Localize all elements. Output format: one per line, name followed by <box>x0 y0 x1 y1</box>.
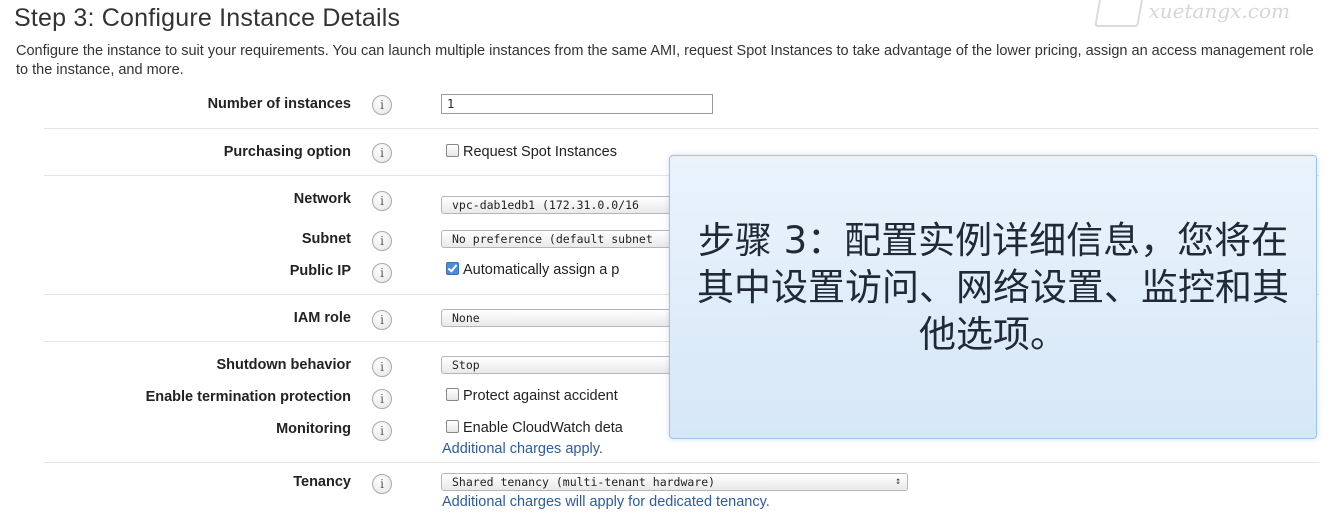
watermark-text: xuetangx.com <box>1148 0 1290 23</box>
tenancy-select[interactable]: Shared tenancy (multi-tenant hardware) ↕ <box>441 473 908 491</box>
checkbox-label: Protect against accident <box>463 388 618 404</box>
info-icon[interactable]: i <box>372 310 392 330</box>
checkbox-unchecked-icon[interactable] <box>446 388 459 401</box>
info-icon[interactable]: i <box>372 474 392 494</box>
tenancy-selected-value: Shared tenancy (multi-tenant hardware) <box>452 475 716 489</box>
monitoring-charges-link[interactable]: Additional charges apply. <box>442 441 603 457</box>
info-icon[interactable]: i <box>372 191 392 211</box>
info-icon[interactable]: i <box>372 389 392 409</box>
public-ip-checkbox[interactable]: Automatically assign a p <box>446 262 619 278</box>
label-number-of-instances: Number of instances <box>207 96 351 112</box>
request-spot-instances-checkbox[interactable]: Request Spot Instances <box>446 144 617 160</box>
divider <box>44 128 1319 129</box>
network-select[interactable]: vpc-dab1edb1 (172.31.0.0/16 <box>441 196 681 214</box>
shutdown-behavior-select[interactable]: Stop <box>441 356 681 374</box>
checkbox-label: Request Spot Instances <box>463 144 617 160</box>
label-termination-protection: Enable termination protection <box>145 389 351 405</box>
label-tenancy: Tenancy <box>293 474 351 490</box>
page-title: Step 3: Configure Instance Details <box>14 4 401 32</box>
label-shutdown-behavior: Shutdown behavior <box>216 357 351 373</box>
label-subnet: Subnet <box>301 231 351 247</box>
info-icon[interactable]: i <box>372 263 392 283</box>
number-of-instances-input[interactable]: 1 <box>441 94 713 114</box>
select-arrows-icon: ↕ <box>894 476 901 487</box>
watermark: xuetangx.com <box>1093 0 1290 28</box>
termination-protection-checkbox[interactable]: Protect against accident <box>446 388 618 404</box>
subtitle-text: 步骤 3：配置实例详细信息，您将在其中设置访问、网络设置、监控和其他选项。 <box>697 218 1289 356</box>
divider <box>44 462 1319 463</box>
subtitle-overlay: 步骤 3：配置实例详细信息，您将在其中设置访问、网络设置、监控和其他选项。 <box>669 155 1317 439</box>
info-icon[interactable]: i <box>372 143 392 163</box>
info-icon[interactable]: i <box>372 357 392 377</box>
subnet-select[interactable]: No preference (default subnet <box>441 230 681 248</box>
iam-role-select[interactable]: None <box>441 309 681 327</box>
info-icon[interactable]: i <box>372 231 392 251</box>
checkbox-checked-icon[interactable] <box>446 262 459 275</box>
label-public-ip: Public IP <box>289 263 351 279</box>
label-monitoring: Monitoring <box>276 421 351 437</box>
tenancy-charges-note: Additional charges will apply for dedica… <box>442 494 770 510</box>
label-network: Network <box>293 191 351 207</box>
monitoring-checkbox[interactable]: Enable CloudWatch deta <box>446 420 623 436</box>
checkbox-label: Enable CloudWatch deta <box>463 420 623 436</box>
info-icon[interactable]: i <box>372 95 392 115</box>
checkbox-unchecked-icon[interactable] <box>446 420 459 433</box>
label-purchasing-option: Purchasing option <box>223 144 351 160</box>
label-iam-role: IAM role <box>293 310 351 326</box>
page-description: Configure the instance to suit your requ… <box>16 43 1314 78</box>
checkbox-unchecked-icon[interactable] <box>446 144 459 157</box>
info-icon[interactable]: i <box>372 421 392 441</box>
watermark-logo-icon <box>1093 0 1144 27</box>
checkbox-label: Automatically assign a p <box>463 262 620 278</box>
